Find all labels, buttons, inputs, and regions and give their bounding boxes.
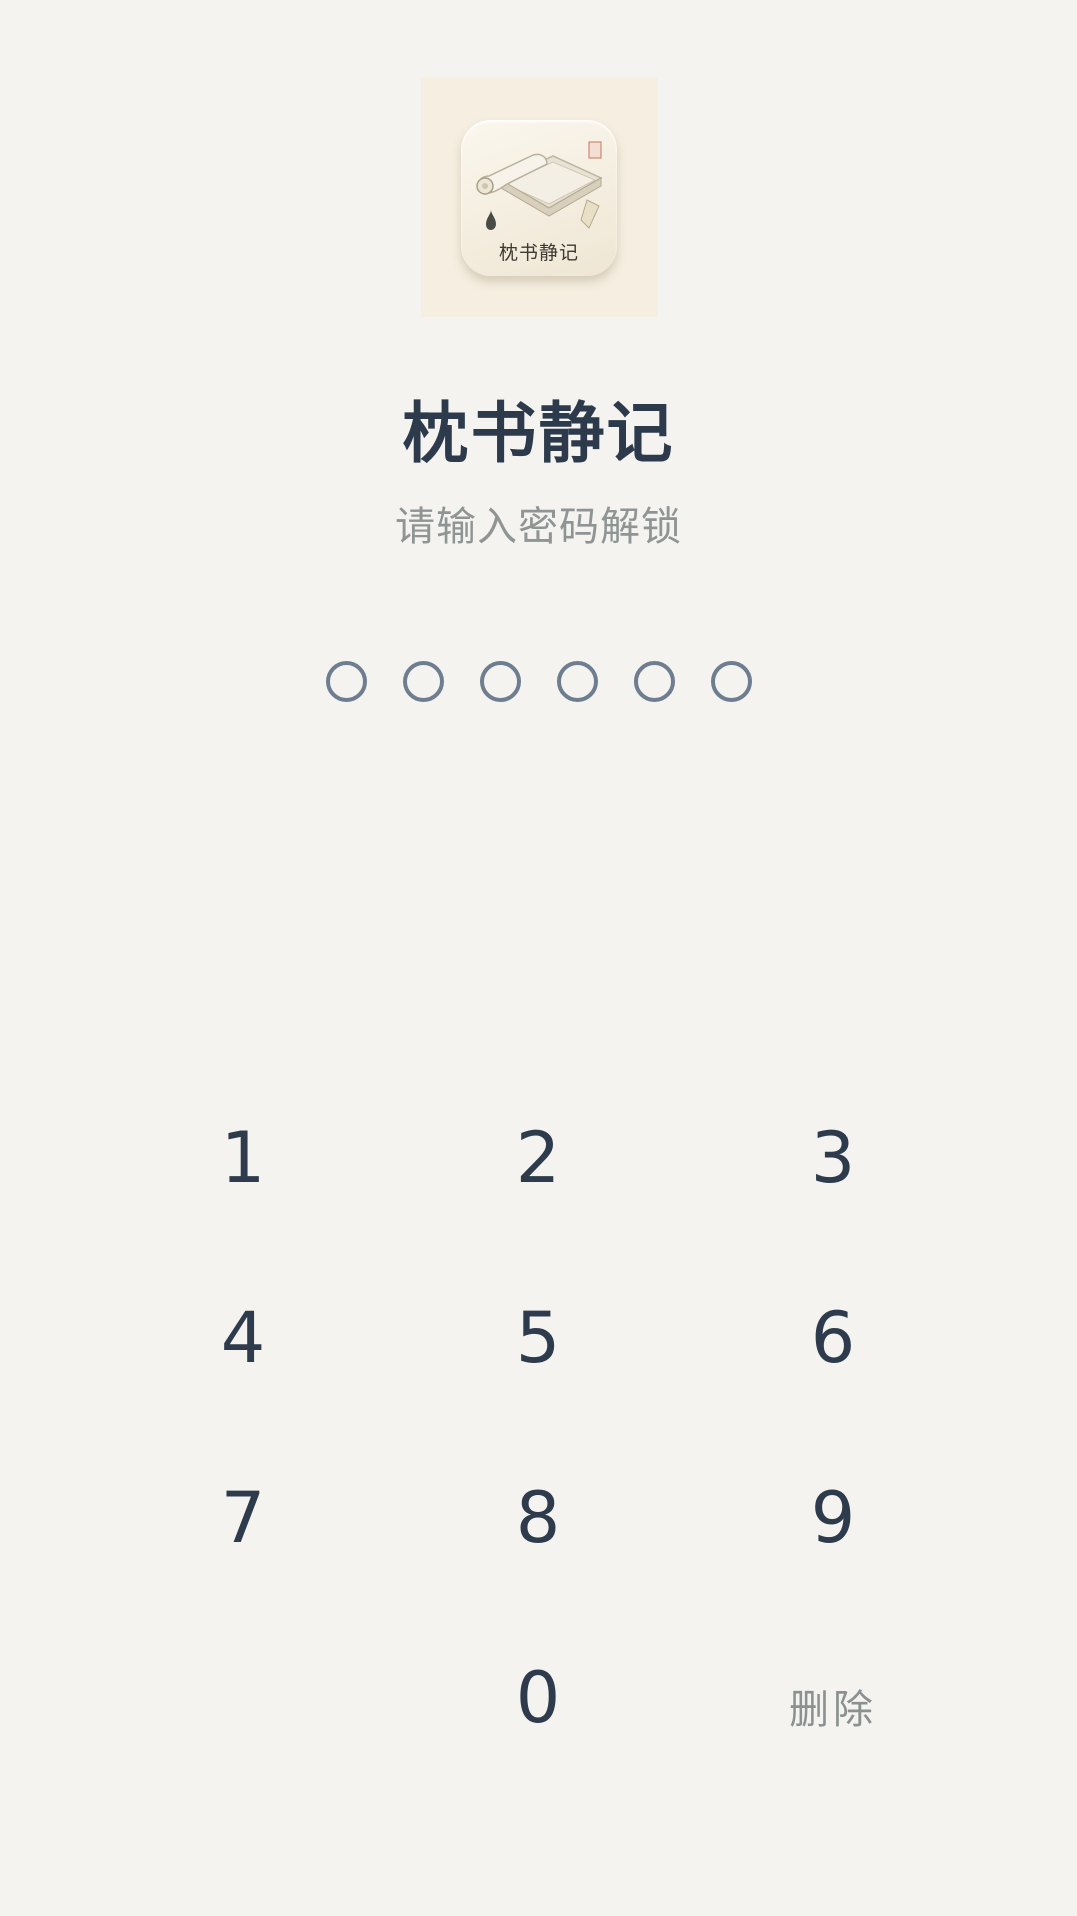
app-icon-caption: 枕书静记 (498, 242, 579, 264)
key-0[interactable]: 0 (438, 1623, 638, 1773)
key-4[interactable]: 4 (143, 1263, 343, 1413)
key-7[interactable]: 7 (143, 1443, 343, 1593)
key-6[interactable]: 6 (733, 1263, 933, 1413)
pin-dot (710, 661, 752, 702)
unlock-prompt: 请输入密码解锁 (395, 504, 682, 550)
key-5[interactable]: 5 (438, 1263, 638, 1413)
app-title: 枕书静记 (402, 395, 675, 472)
pin-dot (479, 661, 521, 702)
key-9[interactable]: 9 (733, 1443, 933, 1593)
delete-button[interactable]: 删除 (733, 1631, 933, 1781)
pin-dot (402, 661, 444, 702)
book-scroll-icon: 枕书静记 (461, 120, 617, 276)
key-1[interactable]: 1 (143, 1083, 343, 1233)
key-8[interactable]: 8 (438, 1443, 638, 1593)
pin-dot (556, 661, 598, 702)
lock-screen: 枕书静记 枕书静记 请输入密码解锁 1 2 3 4 5 6 7 8 9 0 删除 (0, 0, 1077, 1916)
app-icon: 枕书静记 (421, 78, 658, 317)
key-3[interactable]: 3 (733, 1083, 933, 1233)
pin-dot (325, 661, 367, 702)
pin-indicator (0, 661, 1077, 703)
pin-dot (633, 661, 675, 702)
key-2[interactable]: 2 (438, 1083, 638, 1233)
